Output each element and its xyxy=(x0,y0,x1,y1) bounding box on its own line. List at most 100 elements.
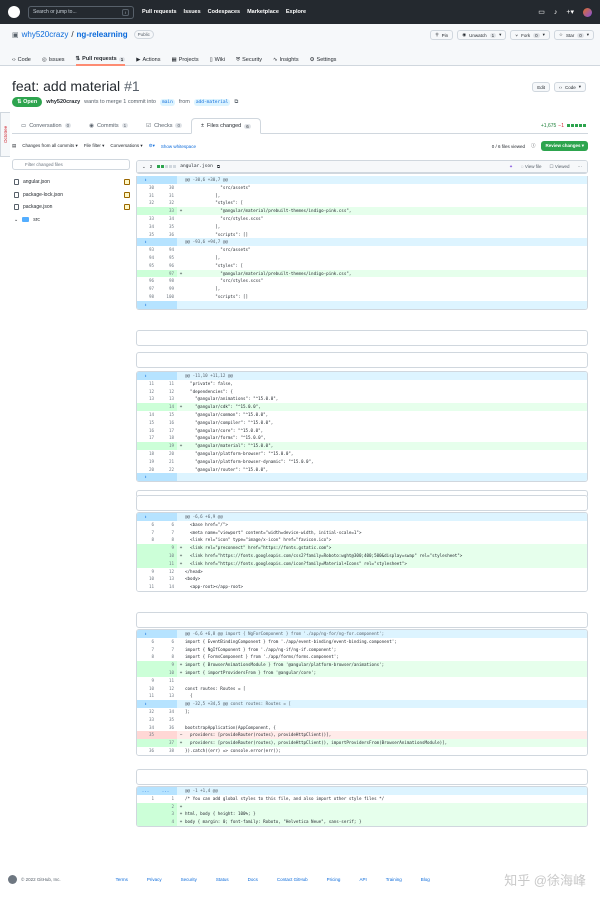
new-line-number[interactable]: 4 xyxy=(157,818,177,826)
global-nav-explore[interactable]: Explore xyxy=(286,9,306,15)
repo-tab-code[interactable]: ‹› Code xyxy=(12,54,31,66)
hunk-header[interactable]: ⇕ @@ -32,5 +34,5 @@ const routes: Routes … xyxy=(137,700,587,708)
new-line-number[interactable]: 7 xyxy=(157,646,177,654)
old-line-number[interactable] xyxy=(137,544,157,552)
new-line-number[interactable]: 6 xyxy=(157,638,177,646)
old-line-number[interactable]: 15 xyxy=(137,419,157,427)
old-line-number[interactable]: 11 xyxy=(137,380,157,388)
file-filter-dropdown[interactable]: File filter ▾ xyxy=(84,143,105,149)
tree-file-package-json[interactable]: package.json xyxy=(12,201,130,214)
file-tree-toggle-icon[interactable]: ▤ xyxy=(12,143,16,149)
head-branch[interactable]: add-material xyxy=(193,98,231,106)
old-line-number[interactable]: 7 xyxy=(137,529,157,537)
footer-link-status[interactable]: Status xyxy=(216,877,229,882)
tab-checks[interactable]: ☑ Checks 0 xyxy=(137,118,191,133)
repo-name-link[interactable]: ng-relearning xyxy=(77,30,128,39)
old-line-number[interactable]: 8 xyxy=(137,653,157,661)
footer-link-privacy[interactable]: Privacy xyxy=(147,877,162,882)
bell-icon[interactable]: ♪ xyxy=(554,9,558,16)
old-line-number[interactable]: 97 xyxy=(137,285,157,293)
new-line-number[interactable]: 9 xyxy=(157,661,177,669)
new-line-number[interactable]: 35 xyxy=(157,716,177,724)
edit-button[interactable]: Edit xyxy=(532,82,550,92)
hunk-header[interactable]: ...... @@ -1 +1,4 @@ xyxy=(137,787,587,795)
old-line-number[interactable]: 12 xyxy=(137,388,157,396)
new-line-number[interactable]: 7 xyxy=(157,529,177,537)
repo-tab-settings[interactable]: ⚙ Settings xyxy=(310,54,337,66)
old-line-number[interactable]: 20 xyxy=(137,466,157,474)
old-line-number[interactable] xyxy=(137,668,157,677)
footer-link-training[interactable]: Training xyxy=(386,877,402,882)
new-line-number[interactable]: 100 xyxy=(157,293,177,301)
hunk-header[interactable]: ⇕ @@ -6,6 +6,9 @@ xyxy=(137,513,587,521)
gear-icon[interactable]: ⚙▾ xyxy=(149,143,155,149)
global-nav-issues[interactable]: Issues xyxy=(184,9,201,15)
new-line-number[interactable]: 99 xyxy=(157,285,177,293)
star-button[interactable]: ☆ Star 0 ▾ xyxy=(553,30,594,40)
repo-tab-security[interactable]: ⛨ Security xyxy=(236,54,262,66)
new-line-number[interactable]: 22 xyxy=(157,466,177,474)
github-logo-icon[interactable] xyxy=(8,6,20,18)
old-line-number[interactable]: 19 xyxy=(137,458,157,466)
old-line-number[interactable] xyxy=(137,802,157,811)
footer-link-contact-github[interactable]: Contact GitHub xyxy=(277,877,308,882)
old-line-number[interactable]: 95 xyxy=(137,262,157,270)
tree-file-package-lock-json[interactable]: package-lock.json xyxy=(12,189,130,202)
new-line-number[interactable]: 9 xyxy=(157,544,177,552)
tab-conversation[interactable]: ▭ Conversation 0 xyxy=(12,118,80,133)
new-line-number[interactable]: 12 xyxy=(157,568,177,576)
repo-tab-pull-requests[interactable]: ⇅ Pull requests 1 xyxy=(75,54,126,66)
old-line-number[interactable]: 10 xyxy=(137,575,157,583)
new-line-number[interactable]: 21 xyxy=(157,458,177,466)
expand-icon[interactable]: ⇕ xyxy=(144,239,147,244)
new-line-number[interactable]: 31 xyxy=(157,192,177,200)
copy-icon[interactable]: ⧉ xyxy=(234,99,238,106)
old-line-number[interactable]: 11 xyxy=(137,583,157,591)
old-line-number[interactable]: 9 xyxy=(137,677,157,685)
old-line-number[interactable] xyxy=(137,739,157,747)
old-line-number[interactable]: 14 xyxy=(137,411,157,419)
repo-tab-wiki[interactable]: ▯ Wiki xyxy=(210,54,225,66)
footer-link-api[interactable]: API xyxy=(359,877,366,882)
new-line-number[interactable]: 17 xyxy=(157,427,177,435)
pin-button[interactable]: ⚲ Pin xyxy=(430,30,454,40)
old-line-number[interactable]: 1 xyxy=(137,795,157,803)
new-line-number[interactable]: 3 xyxy=(157,810,177,819)
old-line-number[interactable] xyxy=(137,551,157,560)
review-changes-button[interactable]: Review changes ▾ xyxy=(541,141,588,151)
new-line-number[interactable]: 8 xyxy=(157,653,177,661)
new-line-number[interactable]: 34 xyxy=(157,215,177,223)
hunk-header[interactable]: ⇕ @@ -6,6 +6,8 @@ import { NgForComponent… xyxy=(137,630,587,638)
view-file-link[interactable]: ◌ View file xyxy=(521,164,542,170)
octotree-toggle[interactable]: Octotree xyxy=(0,112,10,157)
filter-files-input[interactable]: Filter changed files xyxy=(12,159,130,170)
tree-folder-src[interactable]: ⌄ src xyxy=(12,214,130,227)
new-line-number[interactable]: 36 xyxy=(157,724,177,732)
old-line-number[interactable]: 34 xyxy=(137,223,157,231)
new-line-number[interactable]: 2 xyxy=(157,802,177,811)
expand-icon[interactable]: ⇕ xyxy=(144,302,147,307)
old-line-number[interactable] xyxy=(137,269,157,278)
old-line-number[interactable]: 35 xyxy=(137,231,157,239)
hunk-header[interactable]: ⇕ xyxy=(137,473,587,482)
copy-icon[interactable]: ⧉ xyxy=(217,164,220,169)
sparkle-icon[interactable]: ✦ xyxy=(509,164,513,170)
footer-link-security[interactable]: Security xyxy=(181,877,197,882)
new-line-number[interactable]: 35 xyxy=(157,223,177,231)
footer-link-pricing[interactable]: Pricing xyxy=(327,877,341,882)
expand-icon[interactable]: ⇕ xyxy=(144,701,147,706)
new-line-number[interactable]: 14 xyxy=(157,403,177,411)
code-button[interactable]: ‹› Code ▾ xyxy=(553,82,586,92)
new-line-number[interactable]: 10 xyxy=(157,668,177,677)
hunk-header[interactable]: ⇕ @@ -93,6 +94,7 @@ xyxy=(137,238,587,247)
old-line-number[interactable]: 13 xyxy=(137,395,157,403)
old-line-number[interactable] xyxy=(137,661,157,669)
new-line-number[interactable]: 34 xyxy=(157,708,177,716)
repo-owner-link[interactable]: why520crazy xyxy=(22,30,69,39)
new-line-number[interactable]: 95 xyxy=(157,254,177,262)
old-line-number[interactable]: 6 xyxy=(137,638,157,646)
base-branch[interactable]: main xyxy=(160,98,175,106)
old-line-number[interactable]: 17 xyxy=(137,434,157,442)
new-line-number[interactable]: 20 xyxy=(157,450,177,458)
old-line-number[interactable]: 35 xyxy=(137,731,157,740)
